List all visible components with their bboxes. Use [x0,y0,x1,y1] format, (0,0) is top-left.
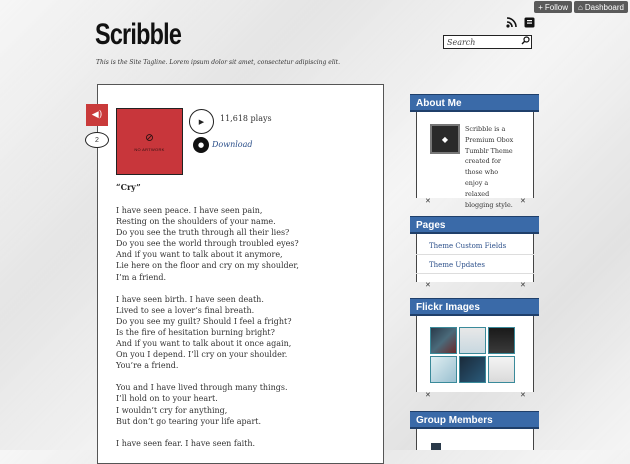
no-artwork-icon: ⊘ [144,131,155,144]
search-icon[interactable] [521,36,530,48]
pages-title: Pages [410,216,539,234]
tape-icon: ✕ [520,391,526,399]
lyric-line: And if you want to talk about it anymore… [116,250,283,260]
lyric-line: I have seen fear. I have seen faith. [116,438,256,448]
page-link[interactable]: Theme Custom Fields [416,237,534,255]
lyric-line: Resting on the shoulders of your name. [116,217,276,227]
lyric-line: I have seen peace. I have seen pain, [116,206,263,215]
album-art-text: NO ARTWORK [134,147,165,152]
lyric-line: I wouldn’t cry for anything, [116,405,228,415]
tumblr-controls: + Follow ⌂ Dashboard [534,1,628,13]
about-text-body: Scribble is a Premium Obox Tumblr Theme … [465,125,514,209]
flickr-title: Flickr Images [410,298,539,316]
lyric-line: You’re a friend. [116,361,179,371]
post-type-badge[interactable]: ◀) [86,104,108,126]
tumblr-icon[interactable] [524,17,535,30]
page-link[interactable]: Theme Updates [416,256,534,274]
lyric-line: Lived to see a lover’s final breath. [116,305,255,315]
follow-label: Follow [544,2,569,12]
lyric-line: I have seen birth. I have seen death. [116,294,264,304]
rss-icon[interactable] [506,17,517,30]
flickr-photo[interactable] [459,327,486,354]
lyrics: I have seen peace. I have seen pain, Res… [116,205,376,460]
tape-icon: ✕ [520,281,526,289]
download-link[interactable]: Download [212,140,253,149]
tape-icon: ✕ [425,281,431,289]
download-button[interactable]: ● [193,137,209,153]
site-tagline: This is the Site Tagline. Lorem ipsum do… [96,59,340,66]
about-title: About Me [410,94,539,112]
song-title: “Cry” [116,182,141,192]
lyric-line: I’m a friend. [116,272,167,282]
stanza: You and I have lived through many things… [116,382,376,426]
tape-icon: ✕ [425,391,431,399]
plus-icon: + [538,2,543,12]
lyric-line: Lie here on the floor and cry on my shou… [116,261,299,271]
tape-icon: ✕ [520,197,526,205]
lyric-line: Do you see the world through troubled ey… [116,239,299,249]
home-icon: ⌂ [578,2,583,12]
megaphone-icon: ◀) [91,110,103,120]
search-input[interactable] [444,37,519,47]
tape-icon: ✕ [425,197,431,205]
lyric-line: Do you see my guilt? Should I feel a fri… [116,316,292,326]
album-art: ⊘ NO ARTWORK [116,108,183,175]
members-title: Group Members [410,411,539,429]
flickr-photo[interactable] [488,356,515,383]
dashboard-label: Dashboard [584,2,624,12]
play-button[interactable]: ▶ [189,109,214,134]
lyric-line: Do you see the truth through all their l… [116,228,290,238]
member-avatar[interactable] [431,443,441,450]
site-title[interactable]: Scribble [95,18,182,52]
dashboard-button[interactable]: ⌂ Dashboard [574,1,628,13]
stanza: I have seen peace. I have seen pain, Res… [116,205,376,283]
stanza: I have seen birth. I have seen death. Li… [116,294,376,372]
notes-count[interactable]: 2 [85,132,109,148]
play-icon: ▶ [198,117,205,126]
flickr-photo[interactable] [430,327,457,354]
lyric-line: And if you want to talk about it once ag… [116,339,292,349]
download-icon: ● [197,141,205,149]
lyric-line: You and I have lived through many things… [116,383,288,393]
play-count: 11,618 plays [220,114,272,123]
flickr-grid [430,327,516,383]
lyric-line: I’ll hold on to your heart. [116,394,218,404]
header-icons [506,17,535,30]
lyric-line: On you I depend. I’ll cry on your should… [116,350,288,360]
lyric-line: But don’t go tearing your life apart. [116,416,262,426]
flickr-photo[interactable] [430,356,457,383]
flickr-photo[interactable] [488,327,515,354]
search-box [443,35,532,49]
lyric-line: Is the fire of hesitation burning bright… [116,327,275,337]
follow-button[interactable]: + Follow [534,1,573,13]
flickr-photo[interactable] [459,356,486,383]
stanza: I have seen fear. I have seen faith. [116,438,376,449]
about-text: Scribble is a Premium Obox Tumblr Theme … [430,124,514,210]
